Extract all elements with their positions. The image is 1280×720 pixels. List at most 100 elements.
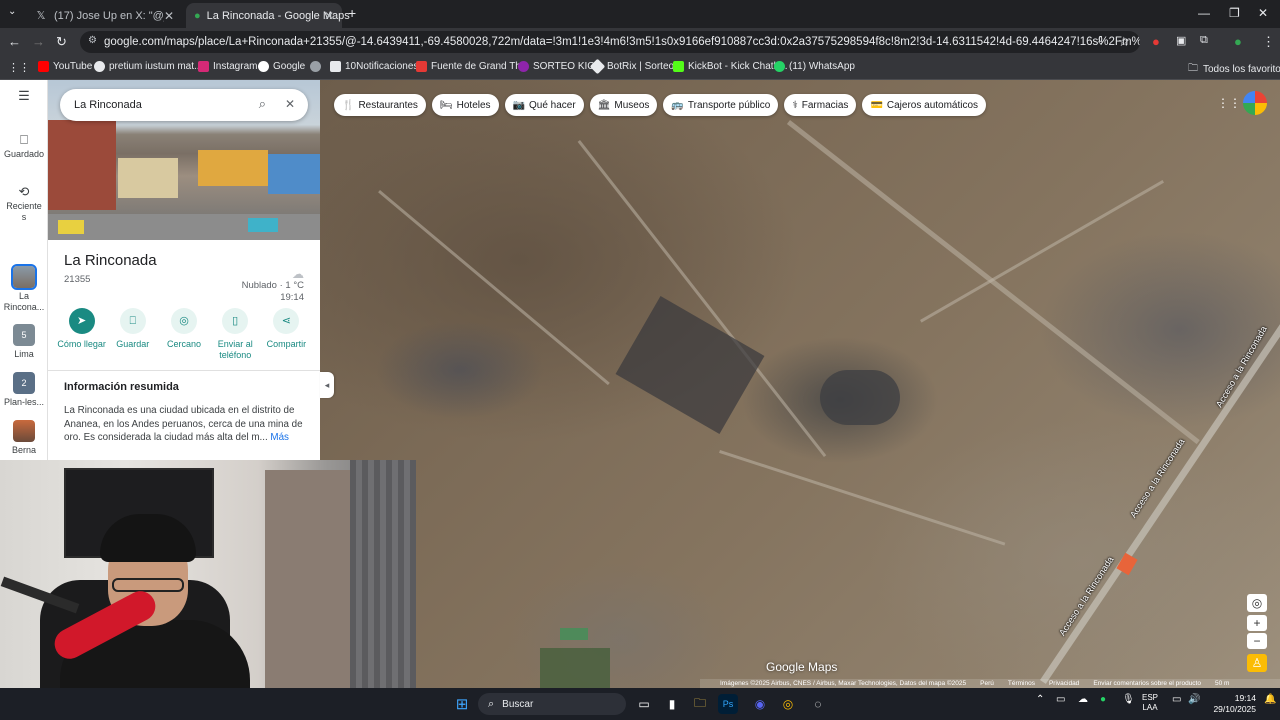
bookmark-instagram[interactable]: Instagram [198,61,257,72]
place-actions: ➤ Cómo llegar ⎕ Guardar ◎ Cercano ▯ Envi… [56,308,312,361]
nearby-button[interactable]: ◎ Cercano [158,308,209,361]
bookmark-kickbot[interactable]: KickBot - Kick Chatb... [673,61,787,72]
site-info-icon[interactable]: ⚙ [88,35,97,46]
bookmark-youtube[interactable]: YouTube [38,61,92,72]
bookmark-pretium[interactable]: pretium iustum mat... [94,61,202,72]
notification-bell-icon[interactable]: 🔔 [1264,694,1276,705]
extensions-puzzle-icon[interactable]: ⧉ [1200,34,1208,47]
bookmark-gta[interactable]: Fuente de Grand Th... [416,61,529,72]
share-button[interactable]: ⋖ Compartir [261,308,312,361]
my-location-icon[interactable]: ◎ [1247,594,1267,612]
chrome-icon[interactable]: ◎ [778,694,798,714]
obs-icon[interactable]: ◌ [808,694,828,714]
vehicle [248,218,278,232]
microphone-icon[interactable]: 🎙 [1122,694,1135,705]
rail-recent[interactable]: ⟲ Reciente s [0,185,48,223]
chip-label: Museos [614,99,650,111]
bookmark-label: YouTube [53,61,93,72]
summary-body: La Rinconada es una ciudad ubicada en el… [64,405,303,443]
task-view-icon[interactable]: ▭ [634,694,654,714]
globe-icon [310,61,321,72]
bus-icon: 🚌 [671,99,684,111]
whatsapp-tray-icon[interactable]: ● [1100,694,1106,705]
webcam-overlay [0,460,416,688]
action-label: Cercano [166,339,202,349]
tab-search-icon[interactable]: ⌄ [8,6,16,17]
search-icon[interactable]: ⌕ [259,96,266,112]
more-link[interactable]: Más [270,432,289,443]
save-button[interactable]: ⎕ Guardar [107,308,158,361]
language-indicator[interactable]: ESP LAA [1142,693,1158,713]
chip-hoteles[interactable]: 🛏 Hoteles [431,94,499,116]
profile-avatar[interactable]: ● [1234,34,1242,49]
zoom-out-button[interactable]: − [1247,633,1267,649]
chip-que-hacer[interactable]: 📷 Qué hacer [504,94,584,116]
send-to-phone-button[interactable]: ▯ Enviar al teléfono [210,308,261,361]
feedback-link[interactable]: Enviar comentarios sobre el producto [1093,680,1201,687]
chip-transporte-publico[interactable]: 🚌 Transporte público [663,94,779,116]
close-icon[interactable]: ✕ [285,97,295,111]
bookmark-icon: ⎕ [20,132,28,147]
pegman-icon[interactable]: ♙ [1247,654,1267,672]
rail-plan-les[interactable]: 2 Plan-les... [0,372,48,408]
install-app-icon[interactable]: ⇩ [1096,34,1105,47]
bookmark-label: Instagram [213,61,258,72]
tab-jose-up[interactable]: 𝕏 (17) Jose Up en X: "@justicierop ✕ [26,3,182,28]
menu-icon[interactable]: ☰ [0,89,48,102]
restore-icon[interactable]: ❐ [1229,6,1240,20]
collapse-panel-button[interactable]: ◂ [320,372,334,398]
bookmark-whatsapp[interactable]: (11) WhatsApp [774,61,855,72]
rail-lima[interactable]: 5 Lima [0,324,48,360]
chevron-up-icon[interactable]: ⌃ [1036,694,1044,705]
browser-toolbar: ← → ↻ ⚙ google.com/maps/place/La+Rincona… [0,28,1280,56]
close-icon[interactable]: ✕ [164,9,174,23]
rail-la-rinconada[interactable]: La Rincona... [0,264,48,313]
bookmark-google[interactable]: Google [258,61,305,72]
search-input[interactable]: La Rinconada ⌕ ✕ [60,89,308,121]
close-icon[interactable]: ✕ [324,9,334,23]
zoom-in-button[interactable]: + [1247,615,1267,631]
file-explorer-icon[interactable]: 🗀 [690,694,710,714]
forward-icon[interactable]: → [32,34,45,49]
back-icon[interactable]: ← [8,34,21,49]
minimize-icon[interactable]: — [1198,6,1210,20]
terms-link[interactable]: Términos [1008,680,1035,687]
chip-restaurantes[interactable]: 🍴 Restaurantes [334,94,426,116]
windows-start-icon[interactable]: ⊞ [452,694,472,714]
new-tab-button[interactable]: + [348,5,356,21]
bookmark-sorteo-kick[interactable]: SORTEO KICK [518,61,601,72]
discord-icon[interactable]: ◉ [750,694,770,714]
all-bookmarks-folder[interactable]: 🗀 Todos los favoritos [1188,61,1280,78]
extension-icon[interactable]: ▣ [1176,34,1186,47]
bookmark-botrix[interactable]: BotRix | Sorteos [589,58,679,75]
speaker-icon[interactable]: 🔊 [1188,694,1200,705]
rail-berna[interactable]: Berna [0,420,48,456]
app-icon[interactable]: ▮ [662,694,682,714]
apps-grid-icon[interactable]: ⋮⋮ [8,61,30,74]
chip-farmacias[interactable]: ⚕ Farmacias [784,94,857,116]
monitor-icon[interactable]: ▭ [1172,694,1181,705]
privacy-link[interactable]: Privacidad [1049,680,1079,687]
account-avatar[interactable] [1243,91,1267,115]
address-bar[interactable]: ⚙ google.com/maps/place/La+Rinconada+213… [80,31,1140,53]
directions-button[interactable]: ➤ Cómo llegar [56,308,107,361]
bookmark-unnamed[interactable] [310,61,325,72]
chrome-menu-icon[interactable]: ⋮ [1262,34,1275,50]
close-window-icon[interactable]: ✕ [1258,6,1268,20]
taskbar-search[interactable]: ⌕ Buscar [478,693,626,715]
chip-museos[interactable]: 🏛 Museos [589,94,658,116]
bookmark-10notificaciones[interactable]: 10Notificaciones [330,61,418,72]
f-icon [416,61,427,72]
tab-google-maps[interactable]: ● La Rinconada - Google Maps ✕ [186,3,350,28]
bookmark-star-icon[interactable]: ☆ [1118,34,1130,50]
satellite-map[interactable] [320,80,1280,688]
reload-icon[interactable]: ↻ [56,34,67,50]
tray-app-icon[interactable]: ▭ [1056,694,1065,705]
rail-saved[interactable]: ⎕ Guardado [0,132,48,160]
chip-cajeros[interactable]: 💳 Cajeros automáticos [862,94,987,116]
country-link[interactable]: Perú [980,680,994,687]
onedrive-icon[interactable]: ☁ [1078,694,1088,705]
system-clock[interactable]: 19:14 29/10/2025 [1208,693,1256,715]
photoshop-icon[interactable]: Ps [718,694,738,714]
extension-icon[interactable]: ● [1152,34,1160,49]
